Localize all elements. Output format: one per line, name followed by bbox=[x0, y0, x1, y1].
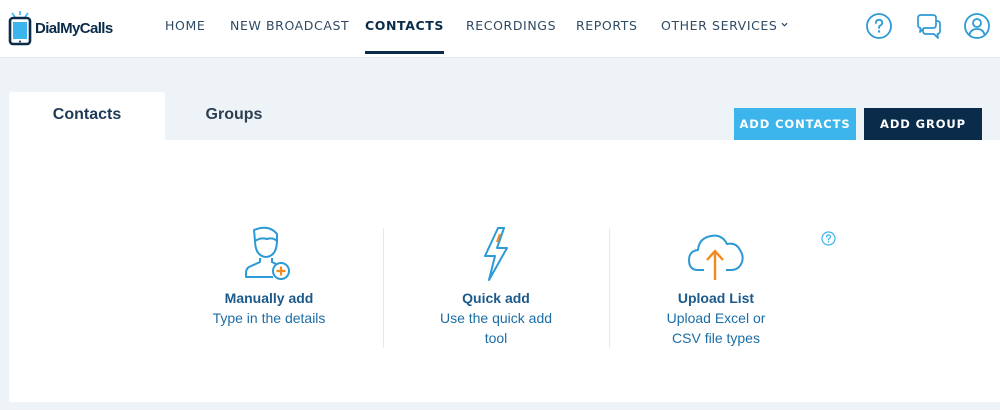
nav-home[interactable]: HOME bbox=[165, 0, 205, 54]
brand-logo[interactable]: DialMyCalls bbox=[6, 10, 113, 46]
manually-add-title: Manually add bbox=[224, 290, 314, 306]
quick-add-description: Use the quick add tool bbox=[439, 310, 553, 346]
tab-contacts[interactable]: Contacts bbox=[9, 92, 165, 140]
chat-icon[interactable] bbox=[914, 12, 942, 40]
person-add-icon bbox=[245, 226, 290, 280]
nav-contacts[interactable]: CONTACTS bbox=[365, 0, 444, 54]
manually-add-option[interactable]: Manually add Type in the details bbox=[169, 226, 369, 328]
manually-add-description: Type in the details bbox=[212, 310, 326, 326]
phone-logo-icon bbox=[8, 11, 32, 46]
add-group-button[interactable]: ADD GROUP bbox=[864, 108, 982, 140]
upload-list-description: Upload Excel or CSV file types bbox=[666, 310, 766, 346]
quick-add-option[interactable]: Quick add Use the quick add tool bbox=[396, 226, 596, 348]
help-icon[interactable] bbox=[865, 12, 893, 40]
divider bbox=[609, 228, 610, 348]
nav-reports[interactable]: REPORTS bbox=[576, 0, 638, 54]
upload-list-title: Upload List bbox=[677, 290, 755, 306]
chevron-down-icon bbox=[781, 22, 788, 27]
nav-new-broadcast[interactable]: NEW BROADCAST bbox=[230, 0, 349, 54]
nav-other-services[interactable]: OTHER SERVICES bbox=[661, 0, 788, 54]
top-navbar: DialMyCalls HOME NEW BROADCAST CONTACTS … bbox=[0, 0, 1000, 58]
lightning-icon bbox=[484, 227, 508, 281]
brand-name: DialMyCalls bbox=[35, 19, 113, 37]
tab-groups[interactable]: Groups bbox=[165, 92, 303, 140]
nav-recordings[interactable]: RECORDINGS bbox=[466, 0, 556, 54]
cloud-upload-icon bbox=[688, 234, 744, 280]
user-account-icon[interactable] bbox=[963, 12, 991, 40]
upload-list-option[interactable]: Upload List Upload Excel or CSV file typ… bbox=[616, 226, 816, 348]
divider bbox=[383, 228, 384, 348]
quick-add-title: Quick add bbox=[462, 290, 530, 306]
help-icon[interactable] bbox=[821, 231, 836, 246]
nav-other-services-label: OTHER SERVICES bbox=[661, 18, 778, 33]
add-contacts-button[interactable]: ADD CONTACTS bbox=[734, 108, 856, 140]
